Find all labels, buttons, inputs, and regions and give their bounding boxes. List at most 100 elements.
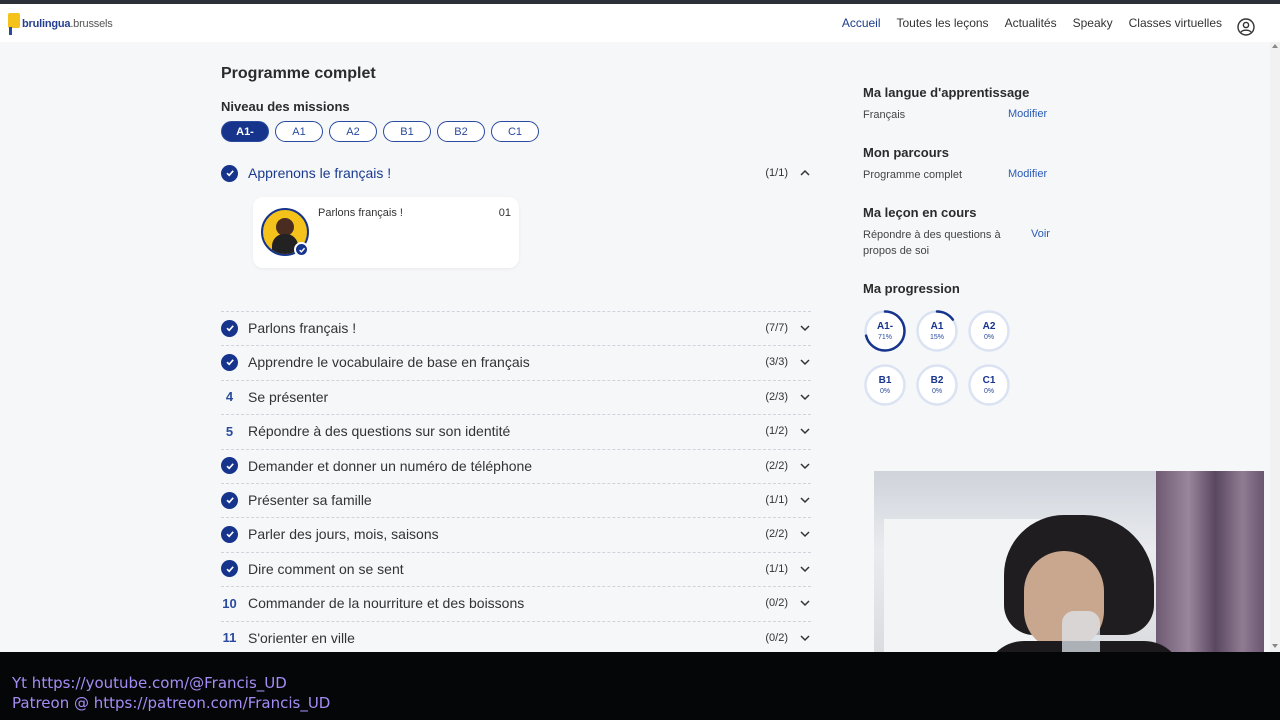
completed-check-icon [294, 242, 309, 257]
progress-level: C1 [982, 375, 996, 386]
mission-row[interactable]: Présenter sa famille (1/1) [221, 483, 811, 517]
lesson-number: 01 [498, 207, 511, 219]
progress-level: B1 [878, 375, 892, 386]
chevron-down-icon[interactable] [799, 392, 811, 402]
mission-count: (1/2) [765, 425, 788, 438]
mission-count: (1/1) [765, 562, 788, 575]
mission-number: 10 [222, 595, 237, 611]
chevron-down-icon[interactable] [799, 495, 811, 505]
chevron-down-icon[interactable] [799, 529, 811, 539]
progress-percent: 0% [931, 388, 943, 395]
completed-check-icon [221, 164, 238, 182]
mission-row[interactable]: Demander et donner un numéro de téléphon… [221, 449, 811, 483]
levels-heading: Niveau des missions [221, 99, 350, 114]
mission-count: (0/2) [765, 597, 788, 610]
logo-text: brulingua.brussels [22, 18, 113, 30]
mission-count: (3/3) [765, 356, 788, 369]
progress-percent: 0% [983, 388, 995, 395]
mission-count: (1/1) [765, 494, 788, 506]
mission-row[interactable]: Apprendre le vocabulaire de base en fran… [221, 345, 811, 379]
chevron-up-icon[interactable] [799, 168, 811, 178]
mission-row[interactable]: 10 Commander de la nourriture et des bois… [221, 586, 811, 620]
progress-level: A1- [876, 321, 894, 332]
lesson-card[interactable]: Parlons français ! 01 [253, 197, 519, 268]
level-pill-1[interactable]: A1 [275, 121, 323, 142]
nav-item-1[interactable]: Toutes les leçons [897, 16, 989, 30]
patreon-link-text: Patreon @ https://patreon.com/Francis_UD [12, 694, 331, 712]
progress-heading: Ma progression [863, 281, 960, 296]
mission-count: (0/2) [765, 631, 788, 644]
progress-percent: 0% [879, 388, 891, 395]
progress-ring: A1- 71% [864, 310, 906, 352]
view-lesson-link[interactable]: Voir [1031, 228, 1050, 240]
mission-count: (7/7) [765, 322, 788, 334]
level-pill-2[interactable]: A2 [329, 121, 377, 142]
mission-title: Commander de la nourriture et des boisso… [248, 595, 525, 612]
page-scrollbar[interactable] [1270, 42, 1280, 652]
completed-check-icon [221, 560, 238, 578]
chevron-down-icon[interactable] [799, 461, 811, 471]
nav-item-4[interactable]: Classes virtuelles [1129, 16, 1222, 30]
completed-check-icon [221, 525, 238, 543]
progress-percent: 0% [983, 334, 995, 341]
chevron-down-icon[interactable] [799, 598, 811, 608]
progress-ring: B2 0% [916, 364, 958, 406]
progress-level: A2 [982, 321, 996, 332]
nav-item-0[interactable]: Accueil [842, 16, 881, 30]
modify-path-link[interactable]: Modifier [1008, 168, 1047, 180]
user-circle-icon[interactable] [1237, 18, 1255, 36]
mission-title: Apprendre le vocabulaire de base en fran… [248, 354, 530, 371]
scroll-down-icon[interactable] [1272, 644, 1278, 648]
nav-item-2[interactable]: Actualités [1005, 16, 1057, 30]
site-header: brulingua.brussels Accueil Toutes les leç… [0, 4, 1280, 42]
mission-row-expanded[interactable]: Apprenons le français ! (1/1) [221, 156, 811, 190]
lesson-title: Parlons français ! [318, 207, 403, 219]
mission-title: Dire comment on se sent [248, 560, 404, 577]
main-nav: Accueil Toutes les leçons Actualités Speaky… [842, 16, 1222, 30]
mission-number: 4 [225, 389, 234, 405]
mission-row[interactable]: 11 S'orienter en ville (0/2) [221, 621, 811, 655]
chevron-down-icon[interactable] [799, 564, 811, 574]
nav-item-3[interactable]: Speaky [1073, 16, 1113, 30]
level-pill-5[interactable]: C1 [491, 121, 539, 142]
level-filter: A1- A1 A2 B1 B2 C1 [221, 121, 539, 142]
mission-title: Parler des jours, mois, saisons [248, 526, 439, 543]
current-lesson-heading: Ma leçon en cours [863, 205, 977, 220]
level-pill-0[interactable]: A1- [221, 121, 269, 142]
mission-row[interactable]: 5 Répondre à des questions sur son identi… [221, 414, 811, 448]
completed-check-icon [221, 353, 238, 371]
level-pill-3[interactable]: B1 [383, 121, 431, 142]
modify-language-link[interactable]: Modifier [1008, 108, 1047, 120]
completed-check-icon [221, 457, 238, 475]
mission-title: S'orienter en ville [248, 629, 355, 646]
stream-overlay-bar: Yt https://youtube.com/@Francis_UD Patre… [0, 652, 1280, 720]
mission-row[interactable]: 4 Se présenter (2/3) [221, 380, 811, 414]
scroll-up-icon[interactable] [1272, 44, 1278, 48]
mission-title: Apprenons le français ! [248, 165, 392, 181]
brulingua-logo[interactable]: brulingua.brussels [8, 13, 113, 35]
chevron-down-icon[interactable] [799, 426, 811, 436]
language-value: Français [863, 109, 906, 121]
chevron-down-icon[interactable] [799, 633, 811, 643]
chevron-down-icon[interactable] [799, 357, 811, 367]
progress-percent: 71% [877, 334, 892, 341]
mission-count: (2/3) [765, 390, 788, 403]
level-pill-4[interactable]: B2 [437, 121, 485, 142]
mission-count: (1/1) [765, 167, 788, 179]
completed-check-icon [221, 491, 238, 509]
chevron-down-icon[interactable] [799, 323, 811, 333]
mission-number: 11 [222, 630, 237, 646]
language-heading: Ma langue d'apprentissage [863, 85, 1030, 100]
progress-ring: A1 15% [916, 310, 958, 352]
speech-bubble-logo-icon [8, 13, 20, 35]
mission-row[interactable]: Dire comment on se sent (1/1) [221, 552, 811, 586]
progress-level: B2 [930, 375, 944, 386]
mission-row[interactable]: Parler des jours, mois, saisons (2/2) [221, 517, 811, 551]
mission-row[interactable]: Parlons français ! (7/7) [221, 311, 811, 345]
mission-count: (2/2) [765, 528, 788, 541]
mission-count: (2/2) [765, 459, 788, 472]
path-value: Programme complet [863, 169, 963, 181]
mission-title: Demander et donner un numéro de téléphon… [248, 457, 533, 474]
progress-ring: B1 0% [864, 364, 906, 406]
progress-ring: A2 0% [968, 310, 1010, 352]
